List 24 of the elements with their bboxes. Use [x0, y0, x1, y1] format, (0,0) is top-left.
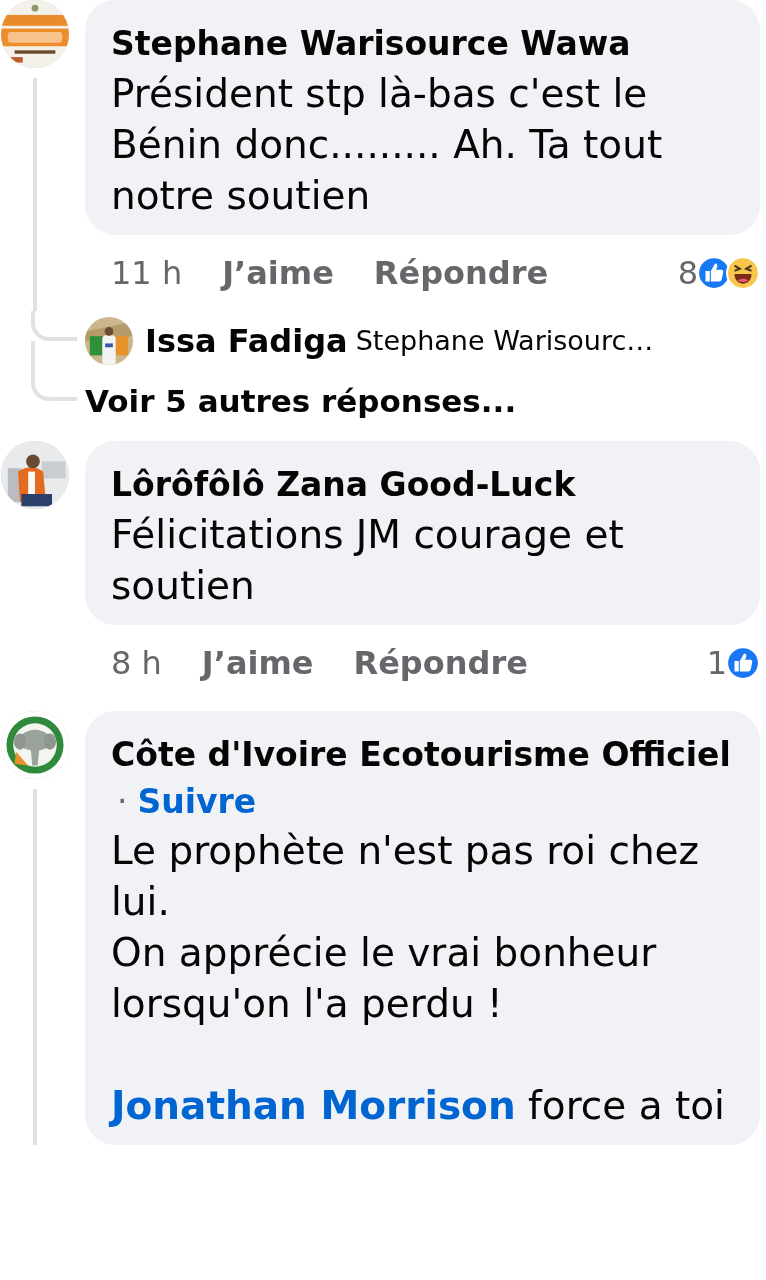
- reaction-count: 8: [677, 253, 698, 294]
- comment-text: Président stp là-bas c'est le Bénin donc......... Ah. Ta tout notre soutien: [111, 70, 664, 220]
- like-link[interactable]: J’aime: [222, 249, 334, 297]
- reply-link[interactable]: Répondre: [373, 249, 549, 297]
- comment-text: On apprécie le vrai bonheur lorsqu'on l'a perdu !: [111, 929, 658, 1028]
- follow-link[interactable]: Suivre: [137, 779, 257, 825]
- author-name[interactable]: Stephane Warisource Wawa: [111, 20, 734, 68]
- author-name[interactable]: Issa Fadiga: [145, 317, 348, 365]
- author-name[interactable]: Côte d'Ivoire Ecotourisme Officiel: [111, 731, 734, 779]
- like-link[interactable]: J’aime: [201, 639, 314, 687]
- more-replies-link[interactable]: Voir 5 autres réponses...: [85, 377, 517, 425]
- separator: ·: [117, 781, 128, 823]
- reaction-count: 1: [706, 643, 727, 684]
- thread-line: [31, 371, 77, 401]
- author-name[interactable]: Lôrôfôlô Zana Good-Luck: [111, 461, 734, 509]
- reply-preview: Stephane Warisourc…: [355, 323, 654, 358]
- timestamp: 11 h: [111, 253, 183, 294]
- like-icon: [697, 256, 731, 290]
- comment-text: Félicitations JM courage et soutien: [111, 511, 625, 610]
- comment-text: Le prophète n'est pas roi chez lui.: [111, 827, 701, 926]
- laughing-face-icon: [726, 256, 760, 290]
- timestamp: 8 h: [111, 643, 162, 684]
- reply-link[interactable]: Répondre: [353, 639, 528, 687]
- like-icon: [726, 646, 760, 680]
